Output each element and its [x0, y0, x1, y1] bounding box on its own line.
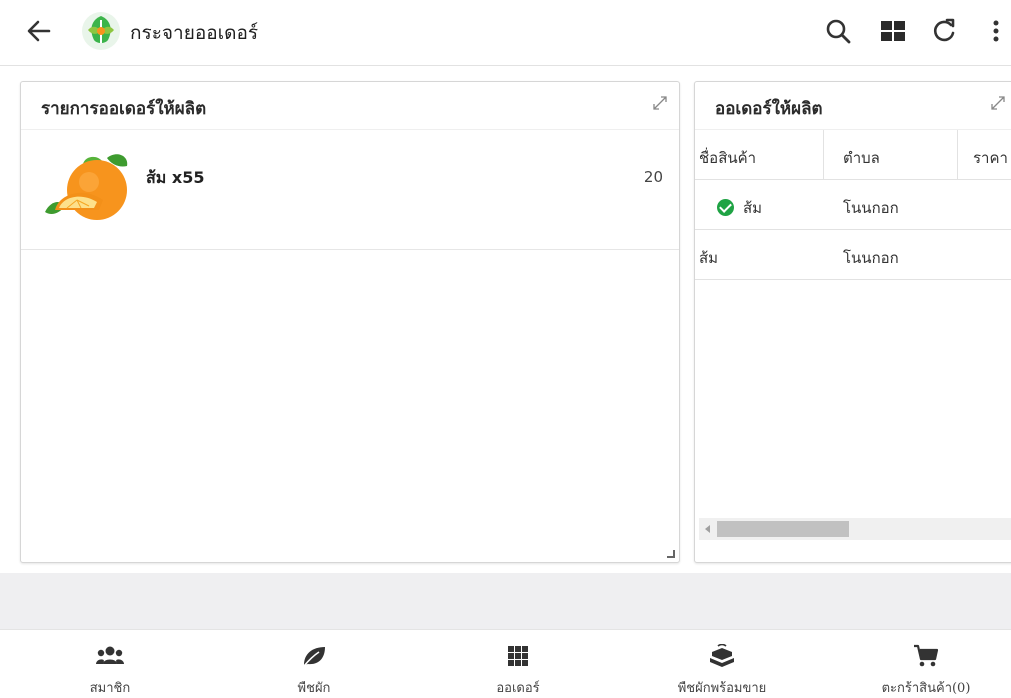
search-icon[interactable] — [823, 16, 853, 46]
production-order-table-card: ออเดอร์ให้ผลิต ชื่อสินค้า ตำบล ราคา ส้ม … — [694, 81, 1011, 563]
column-header-product[interactable]: ชื่อสินค้า — [699, 146, 756, 170]
nav-label: พืชผัก — [297, 681, 331, 696]
cell-product: ส้ม — [717, 196, 762, 220]
column-header-subdistrict[interactable]: ตำบล — [843, 146, 880, 170]
table-row[interactable]: ส้ม โนนกอก — [695, 180, 1011, 230]
card-header: รายการออเดอร์ให้ผลิต — [21, 82, 679, 130]
table-header-row: ชื่อสินค้า ตำบล ราคา — [695, 130, 1011, 180]
nav-item-cart[interactable]: ตะกร้าสินค้า(0) — [826, 630, 1011, 696]
check-circle-icon — [717, 199, 734, 216]
leaf-icon — [303, 647, 325, 667]
back-arrow-icon[interactable] — [22, 14, 56, 48]
members-icon — [96, 646, 124, 664]
column-header-price[interactable]: ราคา — [973, 146, 1008, 170]
card-title: ออเดอร์ให้ผลิต — [715, 99, 823, 119]
scrollbar-thumb[interactable] — [717, 521, 849, 537]
production-order-list-card: รายการออเดอร์ให้ผลิต ส้ม x55 20 — [20, 81, 680, 563]
produce-ready-icon — [710, 644, 734, 667]
nav-item-vegetables[interactable]: พืชผัก — [214, 630, 414, 696]
nav-item-members[interactable]: สมาชิก — [10, 630, 210, 696]
expand-icon[interactable] — [989, 94, 1007, 112]
more-vert-icon[interactable] — [981, 16, 1011, 46]
card-title: รายการออเดอร์ให้ผลิต — [41, 99, 207, 119]
scroll-left-arrow-icon[interactable] — [705, 525, 710, 533]
cell-subdistrict: โนนกอก — [843, 249, 899, 267]
grid-view-icon[interactable] — [878, 16, 908, 46]
nav-label: สมาชิก — [89, 681, 131, 696]
orange-fruit-image — [45, 154, 128, 220]
nav-item-produce-ready[interactable]: พืชผักพร้อมขาย — [622, 630, 822, 696]
refresh-icon[interactable] — [929, 16, 959, 46]
card-header: ออเดอร์ให้ผลิต — [695, 82, 1011, 130]
grid-icon — [508, 646, 528, 666]
horizontal-scrollbar[interactable] — [699, 518, 1011, 540]
nav-label: พืชผักพร้อมขาย — [677, 681, 767, 696]
list-item[interactable]: ส้ม x55 20 — [21, 130, 679, 250]
nav-item-orders[interactable]: ออเดอร์ — [418, 630, 618, 696]
table-row[interactable]: ส้ม โนนกอก — [695, 230, 1011, 280]
divider-strip — [0, 573, 1011, 629]
item-name: ส้ม x55 — [146, 168, 205, 187]
page-title: กระจายออเดอร์ — [130, 22, 259, 44]
cart-icon — [914, 644, 939, 667]
bottom-navigation: สมาชิก พืชผัก ออเดอร์ พืชผักพร้อมขาย ตะก… — [0, 629, 1011, 696]
app-logo-icon — [82, 12, 120, 50]
cell-subdistrict: โนนกอก — [843, 199, 899, 217]
app-bar: กระจายออเดอร์ — [0, 0, 1011, 66]
item-quantity: 20 — [643, 168, 663, 186]
cell-product: ส้ม — [699, 249, 719, 267]
nav-label: ตะกร้าสินค้า(0) — [881, 681, 971, 696]
content-area: รายการออเดอร์ให้ผลิต ส้ม x55 20 ออเดอร์ใ… — [0, 67, 1011, 573]
nav-label: ออเดอร์ — [496, 681, 540, 696]
expand-icon[interactable] — [651, 94, 669, 112]
resize-grip-icon[interactable] — [667, 550, 675, 558]
